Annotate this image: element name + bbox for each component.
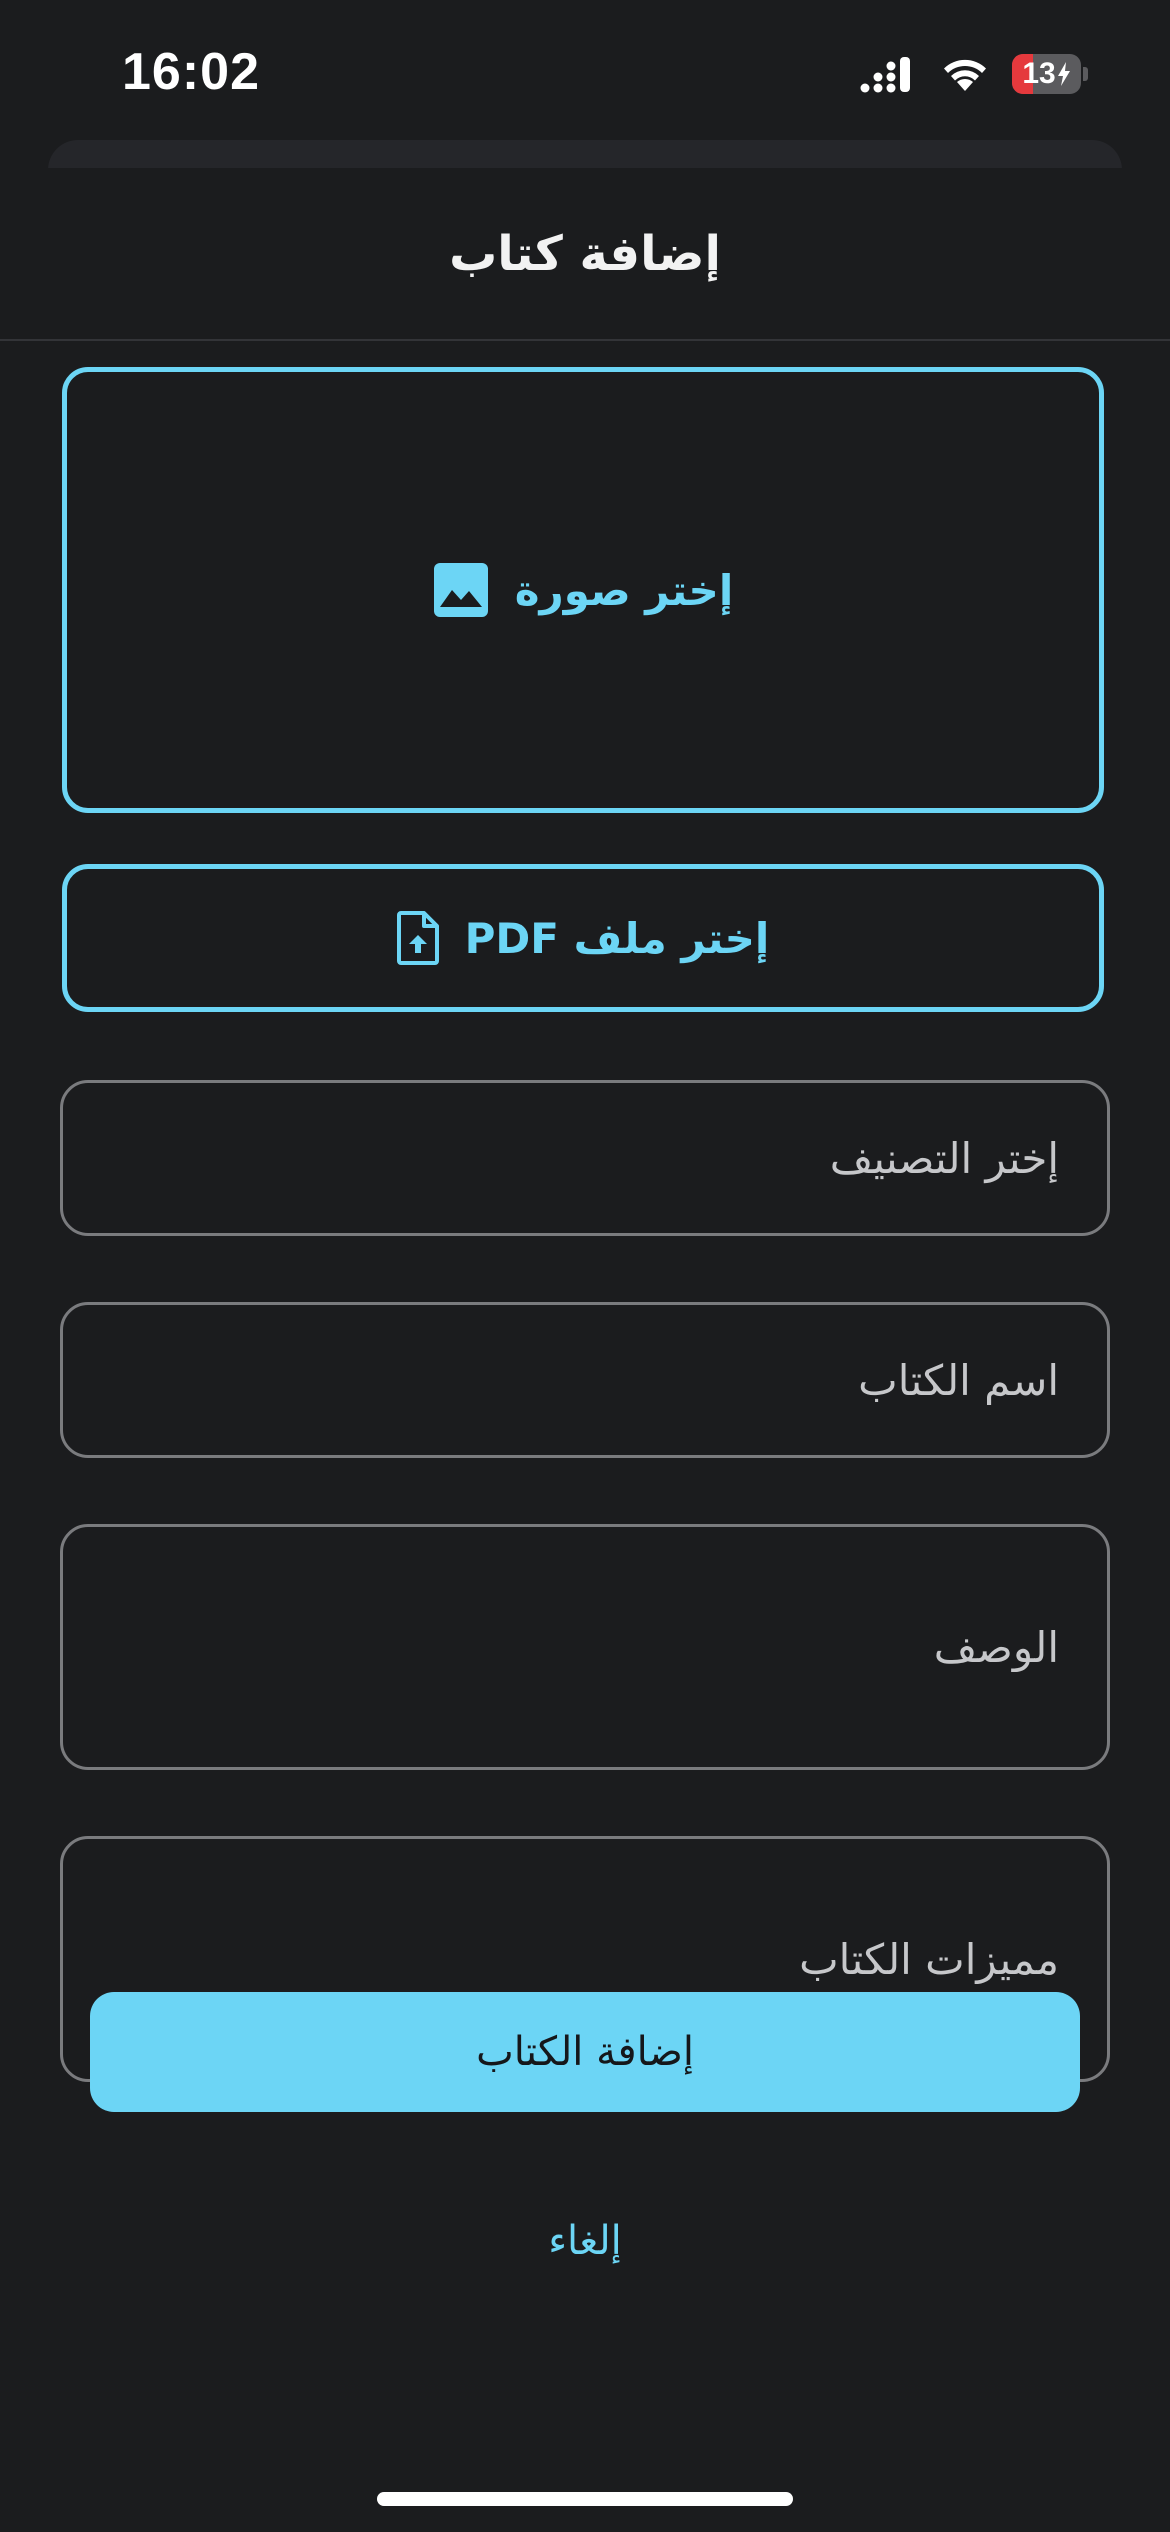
book-name-field[interactable] <box>60 1302 1110 1458</box>
book-name-input[interactable] <box>63 1355 1059 1405</box>
status-icons: 13 <box>860 54 1088 94</box>
description-field[interactable] <box>60 1524 1110 1770</box>
sheet-header: إضافة كتاب <box>0 168 1170 341</box>
status-time: 16:02 <box>122 43 260 101</box>
status-bar: 16:02 13 <box>0 0 1170 140</box>
sheet-title: إضافة كتاب <box>449 225 721 282</box>
category-placeholder: إختر التصنيف <box>829 1133 1059 1183</box>
battery-indicator: 13 <box>1012 54 1088 94</box>
choose-pdf-label: إختر ملف PDF <box>464 913 770 963</box>
description-input[interactable] <box>63 1622 1059 1672</box>
wifi-icon <box>944 59 986 91</box>
home-indicator[interactable] <box>377 2492 793 2506</box>
battery-level: 13 <box>1022 57 1056 90</box>
add-book-button[interactable]: إضافة الكتاب <box>90 1992 1080 2112</box>
image-icon <box>433 563 488 617</box>
choose-image-label: إختر صورة <box>514 565 734 615</box>
cancel-button[interactable]: إلغاء <box>0 2218 1170 2264</box>
charging-bolt-icon <box>1057 62 1070 86</box>
add-book-sheet: إضافة كتاب إختر صورة إختر ملف PDF إختر ا… <box>0 168 1170 2532</box>
features-input[interactable] <box>63 1934 1059 1984</box>
file-upload-icon <box>396 911 439 965</box>
category-select[interactable]: إختر التصنيف <box>60 1080 1110 1236</box>
choose-pdf-button[interactable]: إختر ملف PDF <box>62 864 1104 1012</box>
cellular-signal-icon <box>860 57 910 93</box>
choose-image-button[interactable]: إختر صورة <box>62 367 1104 813</box>
screen: 16:02 13 إضافة كتاب إختر صورة إختر ملف P… <box>0 0 1170 2532</box>
